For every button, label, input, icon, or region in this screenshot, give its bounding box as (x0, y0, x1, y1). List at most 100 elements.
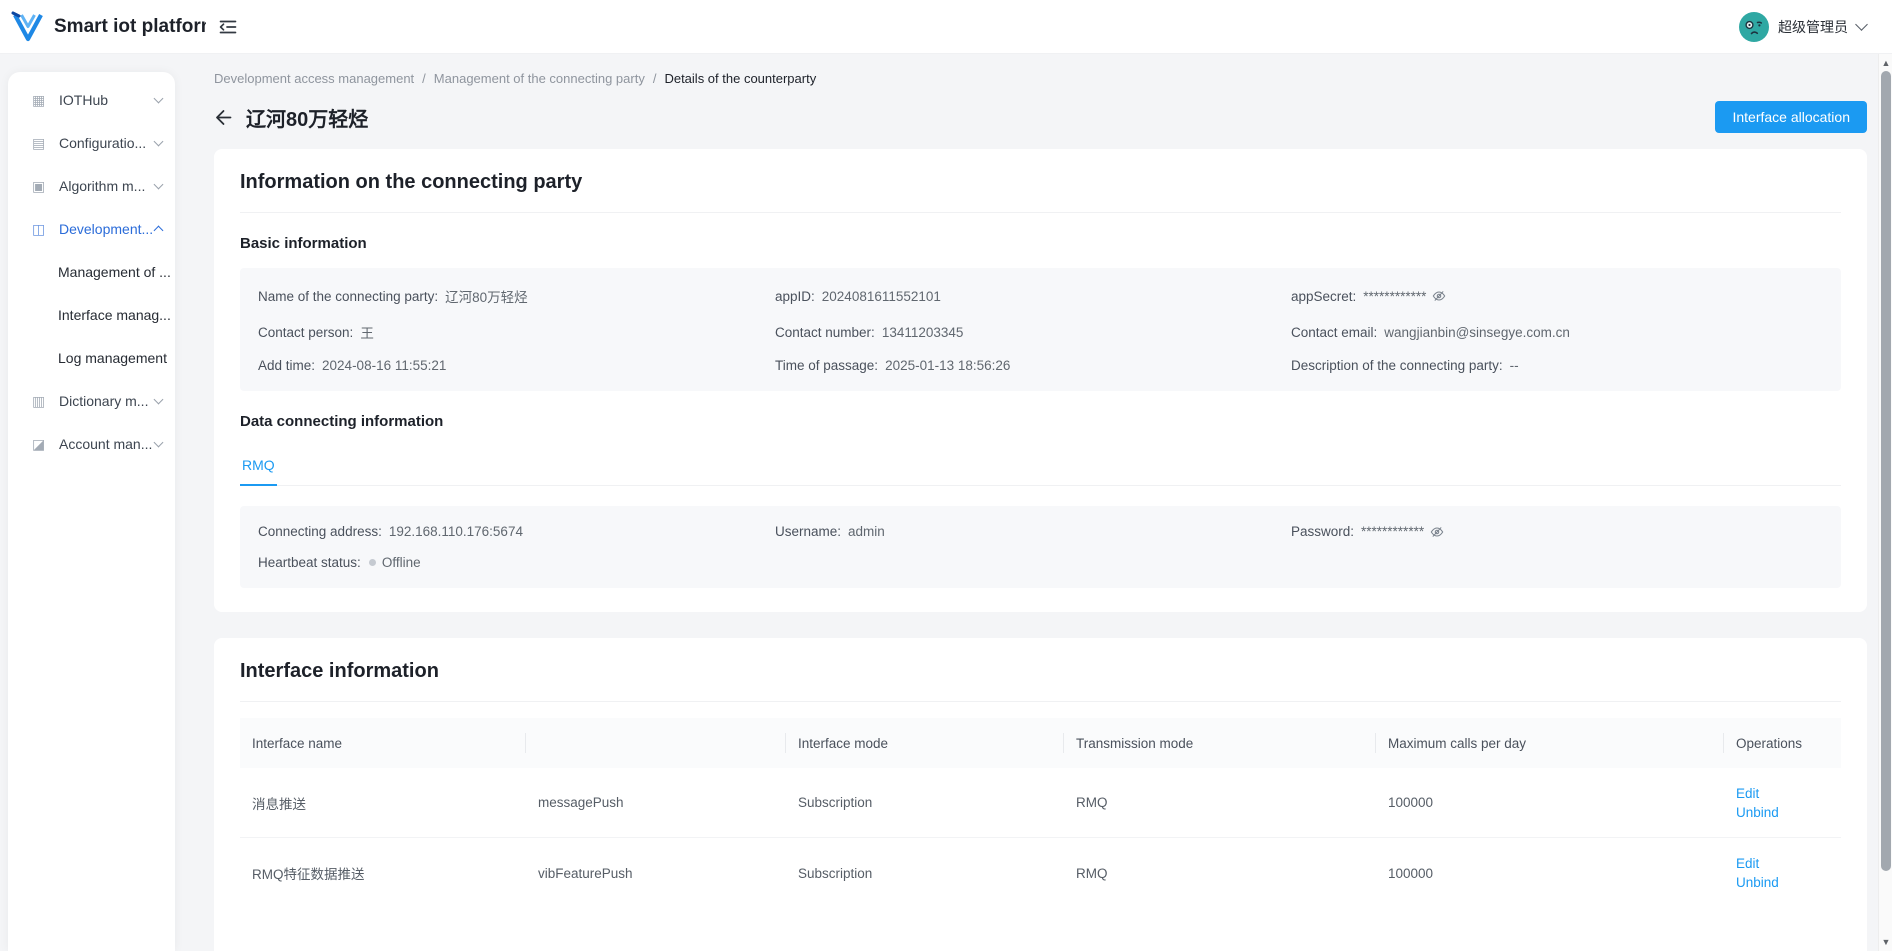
data-connecting-panel: Connecting address: 192.168.110.176:5674… (240, 506, 1841, 588)
chevron-down-icon (153, 136, 164, 146)
breadcrumb: Development access management / Manageme… (214, 71, 1867, 86)
field-contact-email: Contact email: wangjianbin@sinsegye.com.… (1291, 324, 1570, 340)
sidebar: ▦ IOTHub ▤ Configuratio... ▣ Algorithm m… (0, 54, 197, 951)
scrollbar-up-arrow[interactable]: ▲ (1879, 56, 1892, 70)
breadcrumb-separator: / (652, 71, 657, 86)
sidebar-subitem-interface-management[interactable]: Interface manag... (8, 293, 175, 336)
col-operations: Operations (1736, 735, 1803, 751)
tab-rmq[interactable]: RMQ (240, 446, 277, 486)
interface-table: Interface name Interface mode Transmissi… (240, 718, 1841, 908)
basic-information-title: Basic information (240, 235, 367, 252)
sidebar-item-account[interactable]: ◪ Account man... (8, 422, 175, 465)
algorithm-icon: ▣ (32, 177, 46, 194)
offline-status-dot (368, 559, 376, 566)
field-username: Username: admin (775, 524, 885, 539)
edit-link[interactable]: Edit (1736, 784, 1841, 803)
unbind-link[interactable]: Unbind (1736, 803, 1841, 822)
interface-allocation-button[interactable]: Interface allocation (1715, 101, 1867, 133)
sidebar-subitem-log-management[interactable]: Log management (8, 336, 175, 379)
sidebar-item-label: Development... (59, 220, 154, 237)
sidebar-item-algorithm[interactable]: ▣ Algorithm m... (8, 164, 175, 207)
eye-invisible-icon[interactable] (1432, 289, 1446, 303)
page-title-row: 辽河80万轻烃 Interface allocation (214, 101, 1867, 133)
main-content: Development access management / Manageme… (197, 54, 1892, 951)
chevron-down-icon (153, 93, 164, 103)
field-heartbeat-status: Heartbeat status: Offline (258, 555, 421, 570)
page-title: 辽河80万轻烃 (246, 108, 369, 131)
app-title: Smart iot platform (54, 15, 206, 37)
unbind-link[interactable]: Unbind (1736, 873, 1841, 892)
field-appsecret: appSecret: ************ (1291, 286, 1823, 306)
sidebar-item-label: IOTHub (59, 91, 109, 108)
user-menu[interactable]: 超级管理员 (1739, 11, 1868, 42)
user-name: 超级管理员 (1778, 18, 1848, 35)
basic-information-panel: Name of the connecting party: 辽河80万轻烃 ap… (240, 268, 1841, 391)
scrollbar[interactable]: ▲ ▼ (1878, 54, 1892, 951)
iothub-icon: ▦ (32, 91, 46, 108)
field-time-of-passage: Time of passage: 2025-01-13 18:56:26 (775, 358, 1011, 373)
col-interface-mode: Interface mode (786, 718, 1064, 768)
field-name-of-connecting-party: Name of the connecting party: 辽河80万轻烃 (258, 288, 528, 306)
chevron-down-icon (153, 437, 164, 447)
divider (240, 212, 1841, 213)
chevron-down-icon (1855, 18, 1868, 31)
col-max-calls: Maximum calls per day (1376, 718, 1724, 768)
development-icon: ◫ (32, 220, 46, 237)
sidebar-item-label: Dictionary m... (59, 392, 149, 409)
sidebar-subitem-label: Log management (58, 349, 167, 366)
configuration-icon: ▤ (32, 134, 46, 151)
card-title: Information on the connecting party (240, 171, 583, 193)
field-connecting-address: Connecting address: 192.168.110.176:5674 (258, 524, 523, 539)
scrollbar-thumb[interactable] (1881, 71, 1891, 871)
connecting-party-info-card: Information on the connecting party Basi… (214, 149, 1867, 612)
breadcrumb-item[interactable]: Management of the connecting party (434, 71, 645, 86)
sidebar-subitem-label: Interface manag... (58, 306, 171, 323)
field-password: Password: ************ (1291, 524, 1823, 539)
cell-operations: Edit Unbind (1724, 854, 1841, 892)
sidebar-item-dictionary[interactable]: ▥ Dictionary m... (8, 379, 175, 422)
cell-interface-name: 消息推送 (252, 796, 306, 812)
app-logo-icon (10, 10, 46, 44)
sidebar-subitem-management-of-connecting-party[interactable]: Management of ... (8, 250, 175, 293)
field-add-time: Add time: 2024-08-16 11:55:21 (258, 358, 447, 373)
cell-interface-name: RMQ特征数据推送 (252, 867, 365, 882)
eye-invisible-icon[interactable] (1430, 525, 1444, 539)
app-header: Smart iot platform 超级管理员 (0, 0, 1892, 54)
sidebar-item-configuration[interactable]: ▤ Configuratio... (8, 121, 175, 164)
card-title: Interface information (240, 660, 439, 682)
account-icon: ◪ (32, 435, 46, 452)
table-header-row: Interface name Interface mode Transmissi… (240, 718, 1841, 768)
chevron-down-icon (153, 179, 164, 189)
sidebar-item-label: Configuratio... (59, 134, 147, 151)
cell-max-calls: 100000 (1388, 865, 1434, 881)
menu-fold-icon[interactable] (218, 17, 238, 37)
status-badge: Offline (381, 555, 421, 570)
chevron-up-icon (153, 225, 164, 236)
col-interface-code (526, 718, 786, 768)
field-appid: appID: 2024081611552101 (775, 288, 941, 304)
breadcrumb-current: Details of the counterparty (664, 71, 817, 86)
table-row: 消息推送 messagePush Subscription RMQ 100000… (240, 768, 1841, 838)
chevron-down-icon (153, 394, 164, 404)
field-contact-person: Contact person: 王 (258, 324, 374, 342)
cell-interface-code: messagePush (538, 795, 624, 810)
back-arrow-icon[interactable] (214, 108, 233, 127)
sidebar-item-development[interactable]: ◫ Development... (8, 207, 175, 250)
cell-max-calls: 100000 (1388, 795, 1434, 810)
col-interface-name: Interface name (240, 718, 526, 768)
scrollbar-down-arrow[interactable]: ▼ (1879, 935, 1892, 949)
cell-operations: Edit Unbind (1724, 784, 1841, 822)
sidebar-menu: ▦ IOTHub ▤ Configuratio... ▣ Algorithm m… (8, 72, 175, 951)
data-connecting-title: Data connecting information (240, 413, 444, 430)
table-row: RMQ特征数据推送 vibFeaturePush Subscription RM… (240, 838, 1841, 908)
avatar (1739, 11, 1769, 42)
cell-interface-mode: Subscription (798, 865, 873, 881)
edit-link[interactable]: Edit (1736, 854, 1841, 873)
divider (240, 701, 1841, 702)
interface-information-card: Interface information Interface name Int… (214, 638, 1867, 951)
dictionary-icon: ▥ (32, 392, 46, 409)
breadcrumb-item[interactable]: Development access management (214, 71, 414, 86)
sidebar-item-iothub[interactable]: ▦ IOTHub (8, 78, 175, 121)
sidebar-item-label: Algorithm m... (59, 177, 146, 194)
breadcrumb-separator: / (422, 71, 426, 86)
